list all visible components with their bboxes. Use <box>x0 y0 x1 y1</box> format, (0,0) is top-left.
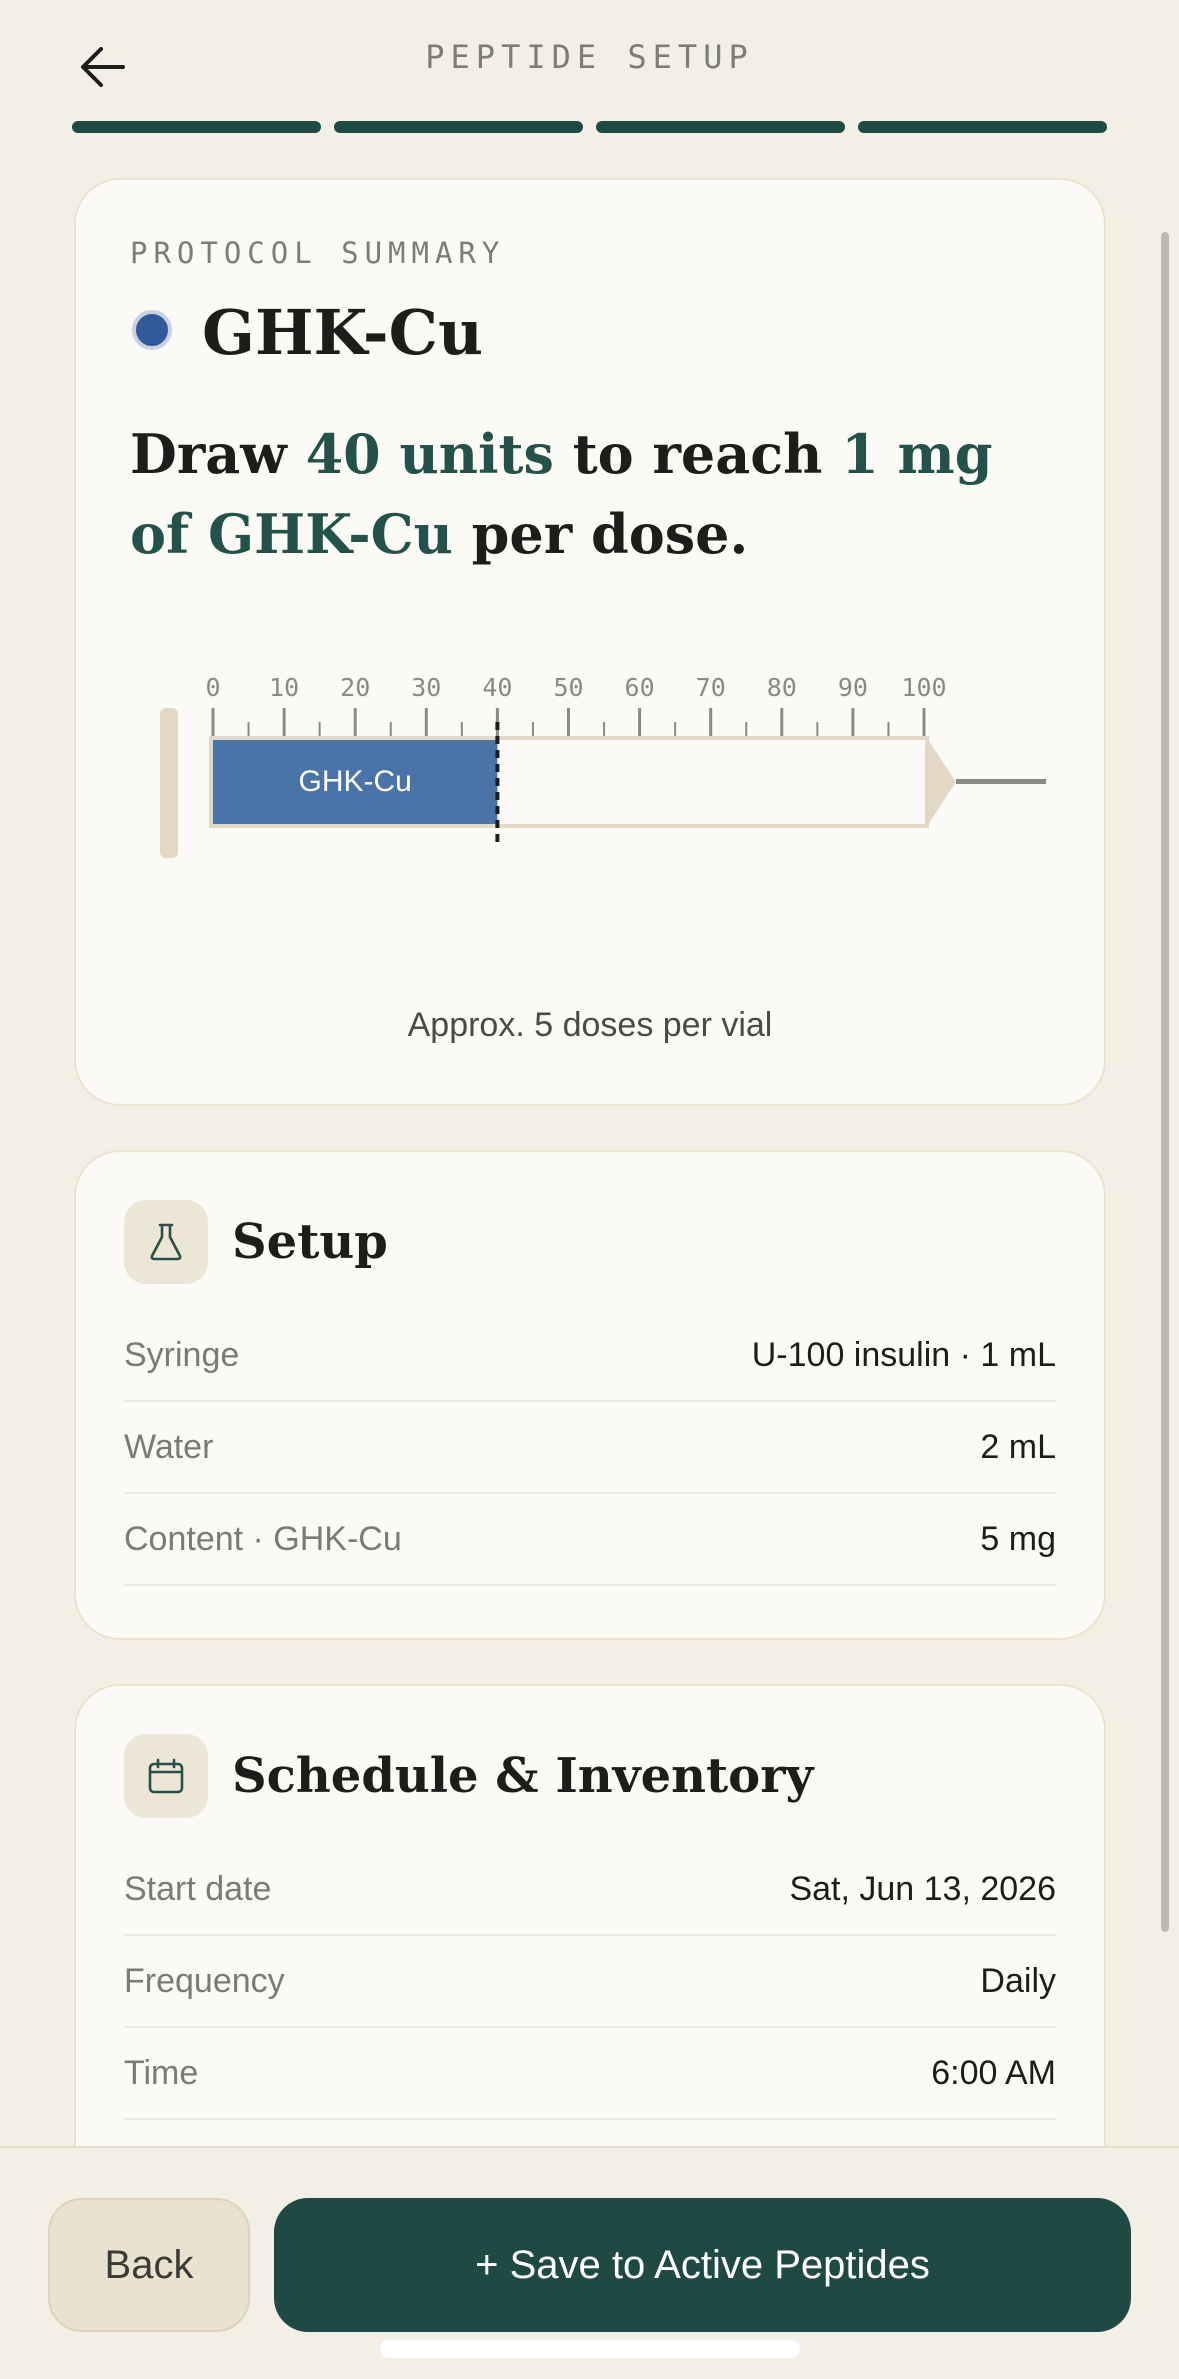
syringe-graphic: 0 10 20 30 40 50 60 70 80 90 100 GHK-Cu <box>160 673 1046 858</box>
row-label: Time <box>124 2053 199 2092</box>
progress-step-2 <box>334 121 583 133</box>
setup-row-syringe: Syringe U-100 insulin · 1 mL <box>124 1310 1056 1402</box>
syringe-tick-label: 100 <box>901 673 946 702</box>
instruction-units: 40 units <box>305 422 554 486</box>
home-indicator <box>380 2340 800 2358</box>
progress-step-1 <box>72 121 321 133</box>
instruction-mid: to reach <box>553 422 842 486</box>
row-label: Content · GHK-Cu <box>124 1519 402 1558</box>
approx-doses: Approx. 5 doses per vial <box>407 1006 773 1044</box>
syringe-tick-label: 70 <box>696 673 726 702</box>
row-value: 6:00 AM <box>931 2053 1056 2092</box>
schedule-row-frequency[interactable]: Frequency Daily <box>124 1936 1056 2028</box>
peptide-name: GHK-Cu <box>202 296 484 369</box>
setup-title: Setup <box>232 1214 388 1270</box>
syringe-tick-label: 40 <box>482 673 512 702</box>
row-value: 5 mg <box>980 1519 1056 1558</box>
row-value: U-100 insulin · 1 mL <box>751 1335 1056 1374</box>
schedule-row-start-date[interactable]: Start date Sat, Jun 13, 2026 <box>124 1844 1056 1936</box>
row-value: 2 mL <box>980 1427 1056 1466</box>
schedule-rows: Start date Sat, Jun 13, 2026 Frequency D… <box>124 1844 1056 2120</box>
progress-step-4 <box>858 121 1107 133</box>
syringe-tick-label: 50 <box>553 673 583 702</box>
schedule-row-time[interactable]: Time 6:00 AM <box>124 2028 1056 2120</box>
scrollbar[interactable] <box>1161 232 1169 1932</box>
progress-step-3 <box>596 121 845 133</box>
section-eyebrow: PROTOCOL SUMMARY <box>130 236 506 270</box>
schedule-title: Schedule & Inventory <box>232 1748 814 1804</box>
syringe-tick-label: 20 <box>340 673 370 702</box>
row-label: Start date <box>124 1869 272 1908</box>
instruction-post: per dose. <box>452 502 749 566</box>
syringe-visual: 0 10 20 30 40 50 60 70 80 90 100 GHK-Cu <box>156 660 1046 900</box>
setup-row-content: Content · GHK-Cu 5 mg <box>124 1494 1056 1586</box>
syringe-hub <box>927 738 956 826</box>
peptide-color-dot <box>132 310 172 350</box>
row-label: Water <box>124 1427 214 1466</box>
save-to-active-peptides-button[interactable]: + Save to Active Peptides <box>274 2198 1131 2332</box>
setup-card: Setup Syringe U-100 insulin · 1 mL Water… <box>74 1150 1106 1640</box>
calendar-icon <box>148 1758 184 1794</box>
syringe-tick-label: 30 <box>411 673 441 702</box>
row-value: Daily <box>980 1961 1056 2000</box>
syringe-needle <box>956 779 1046 784</box>
protocol-summary-card: PROTOCOL SUMMARY GHK-Cu Draw 40 units to… <box>74 178 1106 1106</box>
row-label: Syringe <box>124 1335 240 1374</box>
flask-icon <box>150 1223 182 1261</box>
back-button[interactable]: Back <box>48 2198 250 2332</box>
setup-rows: Syringe U-100 insulin · 1 mL Water 2 mL … <box>124 1310 1056 1586</box>
syringe-tick-label: 60 <box>625 673 655 702</box>
syringe-plunger <box>160 708 178 858</box>
instruction-pre: Draw <box>130 422 306 486</box>
syringe-tick-label: 0 <box>205 673 220 702</box>
syringe-tick-label: 80 <box>767 673 797 702</box>
step-progress-bar <box>72 121 1107 133</box>
row-value: Sat, Jun 13, 2026 <box>789 1869 1056 1908</box>
schedule-icon-badge <box>124 1734 208 1818</box>
syringe-tick-label: 90 <box>838 673 868 702</box>
page-title: PEPTIDE SETUP <box>425 38 754 76</box>
dose-instruction: Draw 40 units to reach 1 mg of GHK-Cu pe… <box>130 414 1070 574</box>
syringe-fill-label: GHK-Cu <box>299 765 412 798</box>
setup-row-water: Water 2 mL <box>124 1402 1056 1494</box>
syringe-tick-label: 10 <box>269 673 299 702</box>
setup-icon-badge <box>124 1200 208 1284</box>
row-label: Frequency <box>124 1961 285 2000</box>
